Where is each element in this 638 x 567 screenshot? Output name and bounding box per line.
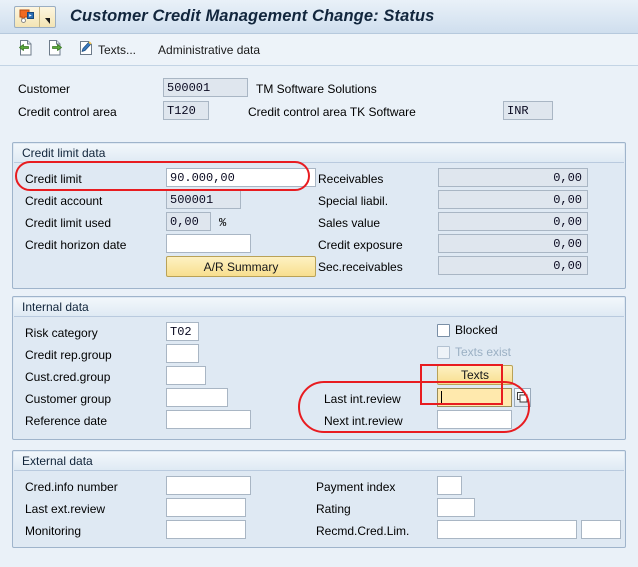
last-int-review-label: Last int.review [324,392,401,406]
texts-exist-checkbox-row: Texts exist [437,345,511,359]
system-menu-dropdown-arrow[interactable] [40,7,55,27]
special-liabil-field[interactable] [438,190,588,209]
credit-limit-used-unit: % [219,216,227,230]
currency-field[interactable] [503,101,553,120]
sales-value-label: Sales value [318,216,381,230]
cred-info-number-field[interactable] [166,476,251,495]
credit-horizon-date-label: Credit horizon date [25,238,127,252]
administrative-data-button[interactable]: Administrative data [158,43,260,57]
receivables-field[interactable] [438,168,588,187]
blocked-label: Blocked [455,323,498,337]
ar-summary-button[interactable]: A/R Summary [166,256,316,277]
forward-button[interactable] [43,38,68,62]
customer-field[interactable] [163,78,248,97]
customer-header-section: Customer TM Software Solutions Credit co… [0,66,638,134]
application-toolbar: Texts... Administrative data [0,34,638,66]
internal-data-body: Risk category Credit rep.group Cust.cred… [13,317,625,439]
payment-index-label: Payment index [316,480,396,494]
texts-pencil-icon [78,39,95,60]
external-data-body: Cred.info number Last ext.review Monitor… [13,471,625,547]
title-bar: Customer Credit Management Change: Statu… [0,0,638,34]
special-liabil-label: Special liabil. [318,194,389,208]
internal-data-group: Internal data Risk category Credit rep.g… [12,296,626,440]
external-data-group: External data Cred.info number Last ext.… [12,450,626,548]
cust-cred-group-label: Cust.cred.group [25,370,111,384]
back-page-icon [16,39,33,60]
credit-control-area-label: Credit control area [18,105,117,119]
sec-receivables-label: Sec.receivables [318,260,403,274]
matchcode-value-help-icon[interactable] [514,388,531,407]
page-title: Customer Credit Management Change: Statu… [70,7,435,25]
texts-button-internal[interactable]: Texts [437,365,513,385]
text-cursor [441,391,442,405]
last-ext-review-label: Last ext.review [25,502,106,516]
credit-limit-data-body: Credit limit Credit account Credit limit… [13,163,625,288]
cust-cred-group-field[interactable] [166,366,206,385]
credit-exposure-field[interactable] [438,234,588,253]
recmd-cred-lim-field[interactable] [437,520,577,539]
customer-group-field[interactable] [166,388,228,407]
forward-page-icon [47,39,64,60]
credit-limit-used-field[interactable] [166,212,211,231]
credit-limit-label: Credit limit [25,172,82,186]
credit-limit-used-label: Credit limit used [25,216,112,230]
credit-rep-group-field[interactable] [166,344,199,363]
sap-credit-management-screen: Customer Credit Management Change: Statu… [0,0,638,567]
credit-limit-field[interactable] [166,168,316,187]
payment-index-field[interactable] [437,476,462,495]
credit-limit-data-group: Credit limit data Credit limit Credit ac… [12,142,626,289]
credit-control-area-desc: Credit control area TK Software [248,105,416,119]
monitoring-label: Monitoring [25,524,82,538]
last-ext-review-field[interactable] [166,498,246,517]
back-button[interactable] [12,38,37,62]
sales-value-field[interactable] [438,212,588,231]
monitoring-field[interactable] [166,520,246,539]
credit-control-area-field[interactable] [163,101,209,120]
credit-account-label: Credit account [25,194,103,208]
sap-system-menu-icon [15,6,40,27]
risk-category-label: Risk category [25,326,98,340]
reference-date-label: Reference date [25,414,108,428]
cred-info-number-label: Cred.info number [25,480,118,494]
texts-button-label: Texts... [98,42,137,57]
recmd-cred-lim-currency-field[interactable] [581,520,621,539]
system-menu-button[interactable] [14,5,56,28]
sec-receivables-field[interactable] [438,256,588,275]
blocked-checkbox[interactable] [437,323,450,337]
blocked-checkbox-row[interactable]: Blocked [437,323,498,337]
credit-exposure-label: Credit exposure [318,238,403,252]
credit-account-field[interactable] [166,190,241,209]
risk-category-field[interactable] [166,322,199,341]
credit-rep-group-label: Credit rep.group [25,348,112,362]
customer-label: Customer [18,82,71,96]
rating-label: Rating [316,502,351,516]
reference-date-field[interactable] [166,410,251,429]
rating-field[interactable] [437,498,475,517]
external-data-title: External data [14,452,624,471]
customer-group-label: Customer group [25,392,112,406]
receivables-label: Receivables [318,172,384,186]
recmd-cred-lim-label: Recmd.Cred.Lim. [316,524,410,538]
customer-name-text: TM Software Solutions [256,82,377,96]
next-int-review-field[interactable] [437,410,512,429]
texts-button[interactable]: Texts... [74,38,140,62]
next-int-review-label: Next int.review [324,414,403,428]
texts-exist-checkbox [437,345,450,359]
last-int-review-field[interactable] [437,388,512,407]
credit-limit-data-title: Credit limit data [14,144,624,163]
credit-horizon-date-field[interactable] [166,234,251,253]
internal-data-title: Internal data [14,298,624,317]
texts-exist-label: Texts exist [455,345,512,359]
